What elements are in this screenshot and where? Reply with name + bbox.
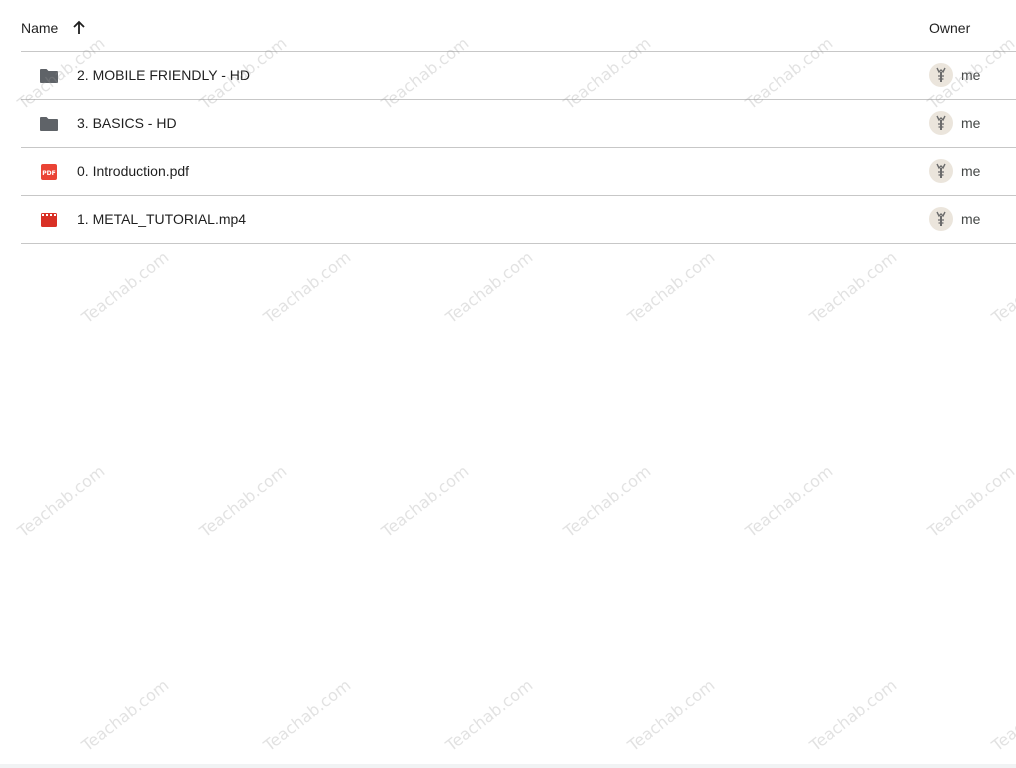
watermark: Teachab.com	[260, 675, 355, 755]
owner-cell: me	[929, 63, 980, 87]
owner-label: me	[961, 67, 981, 83]
watermark: Teachab.com	[442, 247, 537, 327]
watermark: Teachab.com	[442, 675, 537, 755]
list-header: Name Owner	[21, 12, 1016, 52]
watermark: Teachab.com	[78, 247, 173, 327]
watermark: Teachab.com	[988, 247, 1016, 327]
pdf-icon: PDF	[39, 162, 59, 182]
watermark: Teachab.com	[624, 675, 719, 755]
watermark: Teachab.com	[806, 675, 901, 755]
watermark: Teachab.com	[742, 461, 837, 541]
file-row[interactable]: 2. MOBILE FRIENDLY - HD me	[21, 52, 1016, 100]
watermark: Teachab.com	[924, 461, 1016, 541]
watermark: Teachab.com	[14, 461, 109, 541]
svg-text:PDF: PDF	[42, 170, 55, 177]
file-row[interactable]: PDF 0. Introduction.pdf me	[21, 148, 1016, 196]
watermark: Teachab.com	[624, 247, 719, 327]
file-name[interactable]: 2. MOBILE FRIENDLY - HD	[77, 67, 250, 83]
name-column-header[interactable]: Name	[21, 20, 86, 36]
file-name[interactable]: 0. Introduction.pdf	[77, 163, 189, 179]
bottom-edge	[0, 764, 1016, 768]
watermark: Teachab.com	[260, 247, 355, 327]
watermark: Teachab.com	[378, 461, 473, 541]
watermark: Teachab.com	[560, 461, 655, 541]
name-column-label: Name	[21, 20, 59, 36]
avatar[interactable]	[929, 159, 953, 183]
folder-icon	[39, 66, 59, 86]
drive-file-list-page: Name Owner 2. MOBILE FRIENDLY - HD me 3.…	[0, 0, 1016, 768]
owner-label: me	[961, 115, 981, 131]
folder-icon	[39, 114, 59, 134]
file-name[interactable]: 3. BASICS - HD	[77, 115, 177, 131]
file-list: Name Owner 2. MOBILE FRIENDLY - HD me 3.…	[21, 12, 1016, 244]
owner-cell: me	[929, 159, 980, 183]
file-row[interactable]: 1. METAL_TUTORIAL.mp4 me	[21, 196, 1016, 244]
file-name[interactable]: 1. METAL_TUTORIAL.mp4	[77, 211, 246, 227]
avatar[interactable]	[929, 111, 953, 135]
avatar[interactable]	[929, 207, 953, 231]
watermark: Teachab.com	[988, 675, 1016, 755]
owner-label: me	[961, 163, 981, 179]
owner-label: me	[961, 211, 981, 227]
video-icon	[39, 210, 59, 230]
owner-column-header[interactable]: Owner	[929, 20, 970, 36]
owner-cell: me	[929, 111, 980, 135]
owner-cell: me	[929, 207, 980, 231]
avatar[interactable]	[929, 63, 953, 87]
file-row[interactable]: 3. BASICS - HD me	[21, 100, 1016, 148]
sort-ascending-arrow-icon[interactable]	[72, 20, 86, 36]
watermark: Teachab.com	[196, 461, 291, 541]
watermark: Teachab.com	[806, 247, 901, 327]
watermark: Teachab.com	[78, 675, 173, 755]
